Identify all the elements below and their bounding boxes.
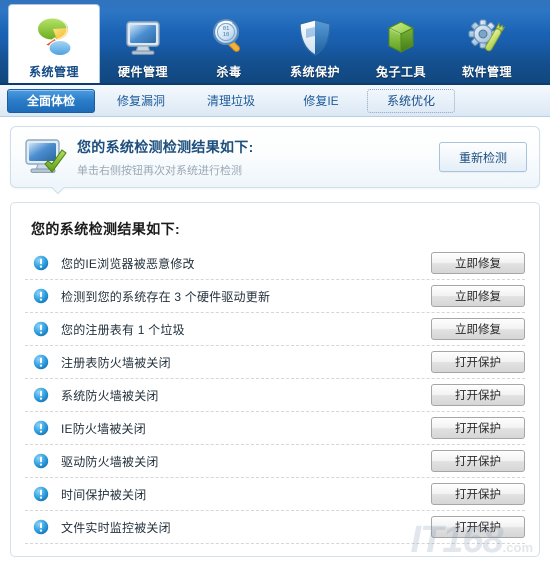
toolbar-item-software-management[interactable]: 软件管理 — [444, 4, 530, 83]
shield-icon — [292, 14, 338, 60]
toolbar-item-antivirus[interactable]: 01 10 杀毒 — [186, 4, 272, 83]
pie-chart-icon — [31, 14, 77, 60]
row-label: 驱动防火墙被关闭 — [61, 454, 159, 469]
table-row: 您的注册表有 1 个垃圾 立即修复 — [25, 313, 525, 346]
row-label: 检测到您的系统存在 3 个硬件驱动更新 — [61, 289, 271, 304]
toolbar-item-label: 杀毒 — [216, 65, 242, 79]
banner-title: 您的系统检测检测结果如下: — [77, 138, 254, 155]
row-label: 您的IE浏览器被恶意修改 — [61, 256, 195, 271]
table-row: 检测到您的系统存在 3 个硬件驱动更新 立即修复 — [25, 280, 525, 313]
row-action-button[interactable]: 立即修复 — [431, 285, 525, 307]
row-label: 文件实时监控被关闭 — [61, 520, 171, 535]
toolbar-item-label: 硬件管理 — [117, 65, 168, 79]
tab-label: 清理垃圾 — [206, 94, 255, 108]
results-title: 您的系统检测结果如下: — [31, 221, 181, 237]
row-action-button[interactable]: 打开保护 — [431, 483, 525, 505]
status-banner-wrapper: 您的系统检测检测结果如下: 单击右侧按钮再次对系统进行检测 重新检测 — [10, 126, 540, 188]
warning-icon — [33, 354, 49, 370]
svg-text:10: 10 — [223, 32, 230, 38]
toolbar-item-label: 系统管理 — [28, 65, 79, 79]
toolbar-item-system-management[interactable]: 系统管理 — [8, 4, 100, 83]
table-row: 驱动防火墙被关闭 打开保护 — [25, 445, 525, 478]
banner-text-block: 您的系统检测检测结果如下: 单击右侧按钮再次对系统进行检测 — [71, 137, 439, 178]
row-label: 系统防火墙被关闭 — [61, 388, 159, 403]
toolbar-item-label: 兔子工具 — [375, 65, 426, 79]
gear-wrench-icon — [464, 14, 510, 60]
banner-tail-decoration — [50, 187, 68, 197]
table-row: 注册表防火墙被关闭 打开保护 — [25, 346, 525, 379]
tab-label: 修复IE — [303, 94, 339, 108]
toolbar-item-label: 系统保护 — [289, 65, 340, 79]
results-panel: 您的系统检测结果如下: 您的IE浏览器被恶意修改 立即修复 检测到您的系统存在 … — [10, 202, 540, 557]
toolbar-item-rabbit-tools[interactable]: 兔子工具 — [358, 4, 444, 83]
row-action-button[interactable]: 打开保护 — [431, 450, 525, 472]
status-banner: 您的系统检测检测结果如下: 单击右侧按钮再次对系统进行检测 重新检测 — [10, 126, 540, 188]
warning-icon — [33, 255, 49, 271]
table-row: 文件实时监控被关闭 打开保护 — [25, 511, 525, 544]
row-action-button[interactable]: 立即修复 — [431, 318, 525, 340]
rescan-button[interactable]: 重新检测 — [439, 142, 527, 172]
warning-icon — [33, 486, 49, 502]
table-row: IE防火墙被关闭 打开保护 — [25, 412, 525, 445]
warning-icon — [33, 387, 49, 403]
tab-clean-junk[interactable]: 清理垃圾 — [187, 89, 275, 113]
warning-icon — [33, 288, 49, 304]
toolbar-item-label: 软件管理 — [461, 65, 512, 79]
row-action-button[interactable]: 打开保护 — [431, 417, 525, 439]
monitor-check-icon — [21, 135, 71, 179]
main-toolbar: 系统管理 硬件管理 01 10 杀毒 系统保护 兔子工具 软件管理 — [0, 0, 550, 85]
magnifier-icon: 01 10 — [206, 14, 252, 60]
row-label: 您的注册表有 1 个垃圾 — [61, 322, 185, 337]
tab-full-checkup[interactable]: 全面体检 — [7, 88, 95, 113]
warning-icon — [33, 519, 49, 535]
warning-icon — [33, 321, 49, 337]
row-label: 注册表防火墙被关闭 — [61, 355, 171, 370]
warning-icon — [33, 453, 49, 469]
banner-subtitle: 单击右侧按钮再次对系统进行检测 — [77, 164, 242, 177]
warning-icon — [33, 420, 49, 436]
row-action-button[interactable]: 立即修复 — [431, 252, 525, 274]
monitor-icon — [120, 14, 166, 60]
tab-system-optimization[interactable]: 系统优化 — [367, 88, 455, 113]
table-row: 您的IE浏览器被恶意修改 立即修复 — [25, 247, 525, 280]
app-window: 系统管理 硬件管理 01 10 杀毒 系统保护 兔子工具 软件管理 全面体检 修… — [0, 0, 550, 588]
tab-fix-ie[interactable]: 修复IE — [277, 89, 365, 113]
tab-bar: 全面体检 修复漏洞 清理垃圾 修复IE 系统优化 — [0, 85, 550, 117]
row-label: IE防火墙被关闭 — [61, 421, 146, 436]
table-row: 系统防火墙被关闭 打开保护 — [25, 379, 525, 412]
row-action-button[interactable]: 打开保护 — [431, 384, 525, 406]
tab-label: 系统优化 — [386, 94, 435, 108]
tab-label: 修复漏洞 — [116, 94, 165, 108]
tab-label: 全面体检 — [26, 94, 75, 108]
toolbar-item-hardware-management[interactable]: 硬件管理 — [100, 4, 186, 83]
row-label: 时间保护被关闭 — [61, 487, 147, 502]
row-action-button[interactable]: 打开保护 — [431, 351, 525, 373]
content-area: 您的系统检测检测结果如下: 单击右侧按钮再次对系统进行检测 重新检测 您的系统检… — [0, 117, 550, 588]
table-row: 时间保护被关闭 打开保护 — [25, 478, 525, 511]
tab-fix-vulnerabilities[interactable]: 修复漏洞 — [97, 89, 185, 113]
toolbar-item-system-protection[interactable]: 系统保护 — [272, 4, 358, 83]
row-action-button[interactable]: 打开保护 — [431, 516, 525, 538]
green-box-icon — [378, 14, 424, 60]
